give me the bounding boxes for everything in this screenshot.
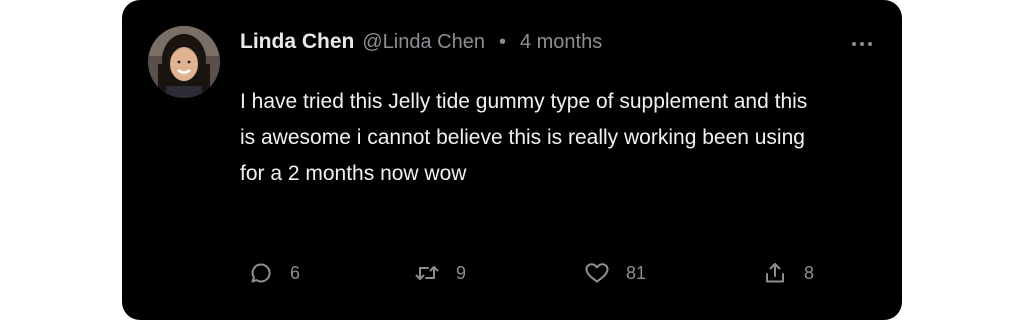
like-button[interactable]: 81 (584, 256, 646, 290)
tweet-timestamp[interactable]: 4 months (520, 31, 602, 54)
tweet-text: I have tried this Jelly tide gummy type … (240, 90, 808, 185)
author-handle[interactable]: @Linda Chen (362, 31, 485, 54)
reply-count: 6 (290, 262, 301, 283)
tweet-actions: 6 9 81 8 (242, 256, 842, 290)
share-icon (762, 260, 788, 286)
header-separator: • (498, 31, 506, 53)
share-button[interactable]: 8 (762, 256, 814, 290)
tweet-header: Linda Chen @Linda Chen • 4 months (240, 30, 602, 54)
tweet-card: Linda Chen @Linda Chen • 4 months I have… (122, 0, 902, 320)
more-horizontal-icon[interactable] (848, 36, 876, 52)
retweet-count: 9 (456, 262, 467, 283)
share-count: 8 (804, 262, 815, 283)
heart-icon (584, 260, 610, 286)
like-count: 81 (626, 262, 647, 283)
reply-button[interactable]: 6 (248, 256, 300, 290)
author-display-name[interactable]: Linda Chen (240, 30, 354, 54)
reply-icon (248, 260, 274, 286)
retweet-icon (414, 260, 440, 286)
retweet-button[interactable]: 9 (414, 256, 466, 290)
avatar[interactable] (148, 26, 220, 98)
